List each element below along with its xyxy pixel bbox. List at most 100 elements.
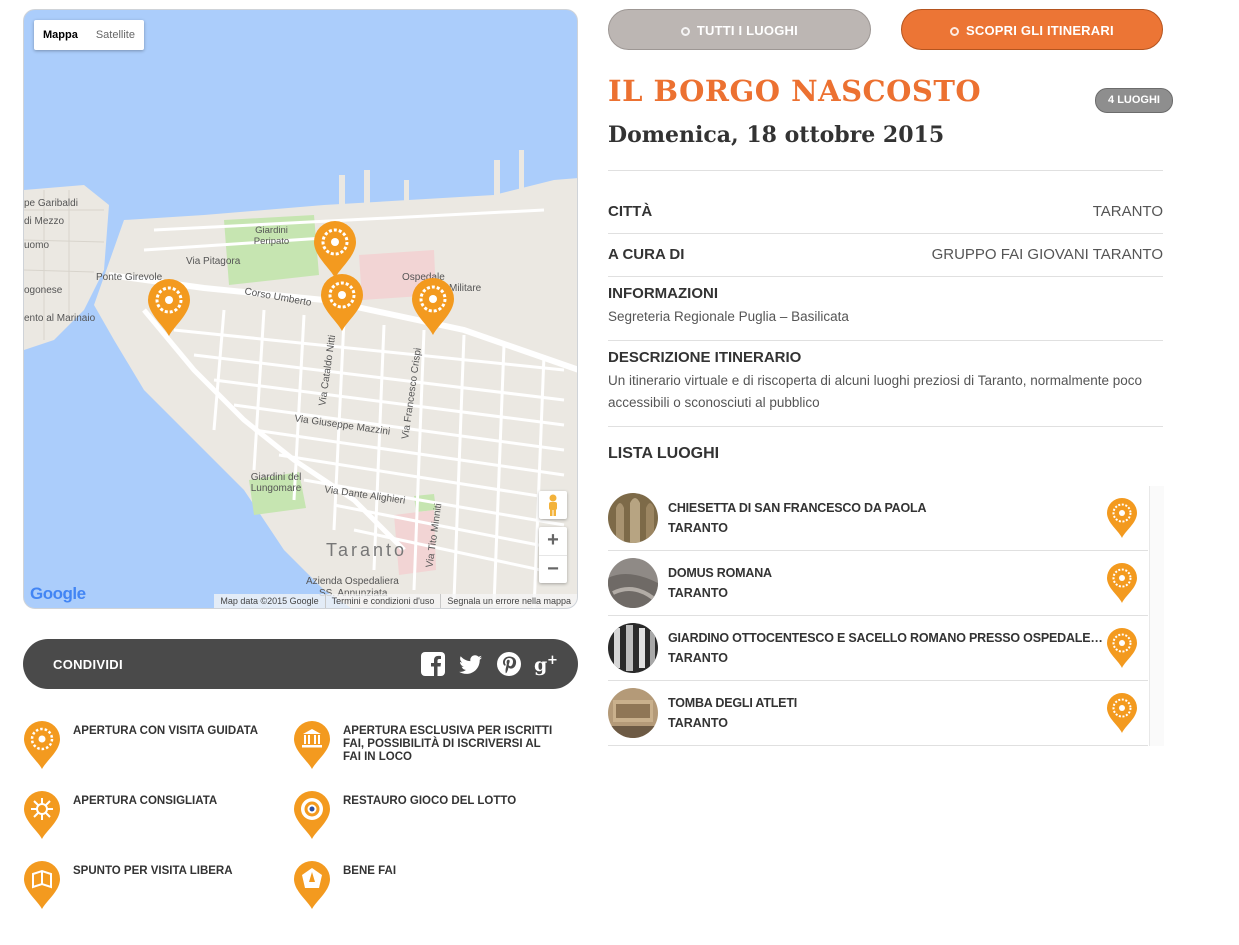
members-only-pin-icon [294, 721, 330, 769]
zoom-in-button[interactable]: + [539, 527, 567, 555]
place-thumbnail [608, 493, 658, 543]
map-type-map-button[interactable]: Mappa [34, 20, 87, 50]
circle-icon [950, 27, 960, 36]
map-label: ogonese [24, 285, 63, 296]
map-type-control: Mappa Satellite [34, 20, 144, 50]
place-city: TARANTO [668, 716, 728, 730]
map-report-error-link[interactable]: Segnala un errore nella mappa [440, 594, 577, 608]
city-row: CITTÀ TARANTO [608, 200, 1163, 222]
place-name: GIARDINO OTTOCENTESCO E SACELLO ROMANO P… [668, 631, 1103, 645]
svg-text:+: + [547, 653, 558, 668]
places-list: CHIESETTA DI SAN FRANCESCO DA PAOLA TARA… [608, 486, 1164, 746]
guided-visit-pin-icon [24, 721, 60, 769]
divider [608, 340, 1163, 341]
divider [608, 276, 1163, 277]
fai-property-pin-icon [294, 861, 330, 909]
place-thumbnail [608, 558, 658, 608]
all-places-label: TUTTI I LUOGHI [696, 23, 798, 38]
pegman-icon [549, 494, 557, 516]
discover-itineraries-label: SCOPRI GLI ITINERARI [966, 23, 1114, 38]
city-value: TARANTO [1092, 202, 1163, 220]
map-label: uomo [24, 240, 50, 251]
legend-item: APERTURA ESCLUSIVA PER ISCRITTI FAI, POS… [293, 720, 563, 770]
list-item[interactable]: DOMUS ROMANA TARANTO [608, 551, 1148, 616]
places-list-title: LISTA LUOGHI [608, 445, 720, 462]
google-logo[interactable]: Google [30, 584, 86, 604]
itinerary-date: Domenica, 18 ottobre 2015 [608, 122, 945, 148]
map-label: pe Garibaldi [24, 198, 78, 209]
map-pin-icon[interactable] [312, 220, 358, 280]
share-label: CONDIVIDI [53, 656, 123, 672]
map-label: Giardini Peripato [253, 225, 290, 247]
legend-item: RESTAURO GIOCO DEL LOTTO [293, 790, 563, 840]
info-block: INFORMAZIONI Segreteria Regionale Puglia… [608, 285, 1163, 328]
legend-label: SPUNTO PER VISITA LIBERA [73, 865, 233, 877]
street-view-pegman[interactable] [539, 491, 567, 519]
list-item[interactable]: CHIESETTA DI SAN FRANCESCO DA PAOLA TARA… [608, 486, 1148, 551]
list-item[interactable]: GIARDINO OTTOCENTESCO E SACELLO ROMANO P… [608, 616, 1148, 681]
description-label: DESCRIZIONE ITINERARIO [608, 349, 802, 366]
curator-label: A CURA DI [608, 245, 685, 263]
place-name: CHIESETTA DI SAN FRANCESCO DA PAOLA [668, 501, 927, 515]
zoom-control: + − [539, 527, 567, 583]
map-label: Giardini del Lungomare [250, 472, 302, 494]
guided-visit-pin-icon [1107, 563, 1137, 603]
map[interactable]: Via Pitagora Ponte Girevole Giardini Per… [23, 9, 578, 609]
facebook-icon[interactable] [420, 651, 446, 677]
place-name: TOMBA DEGLI ATLETI [668, 696, 798, 710]
map-type-satellite-button[interactable]: Satellite [87, 20, 144, 50]
zoom-out-button[interactable]: − [539, 555, 567, 583]
description-value: Un itinerario virtuale e di riscoperta d… [608, 373, 1143, 410]
guided-visit-pin-icon [1107, 693, 1137, 733]
legend-label: BENE FAI [343, 865, 397, 877]
guided-visit-pin-icon [1107, 628, 1137, 668]
svg-text:g: g [534, 654, 547, 676]
description-block: DESCRIZIONE ITINERARIO Un itinerario vir… [608, 349, 1163, 414]
pinterest-icon[interactable] [496, 651, 522, 677]
share-bar: CONDIVIDI g + [23, 639, 578, 689]
place-city: TARANTO [668, 586, 728, 600]
info-label: INFORMAZIONI [608, 285, 718, 302]
map-label: ento al Marinaio [24, 313, 96, 324]
place-thumbnail [608, 688, 658, 738]
place-name: DOMUS ROMANA [668, 566, 772, 580]
place-city: TARANTO [668, 521, 728, 535]
map-pin-icon[interactable] [146, 278, 192, 338]
guided-visit-pin-icon [1107, 498, 1137, 538]
legend-item: BENE FAI [293, 860, 563, 910]
map-pin-icon[interactable] [319, 273, 365, 333]
map-land [24, 150, 577, 608]
legend-item: APERTURA CON VISITA GUIDATA [23, 720, 293, 770]
curator-row: A CURA DI GRUPPO FAI GIOVANI TARANTO [608, 243, 1163, 265]
map-terms-link[interactable]: Termini e condizioni d'uso [324, 594, 441, 608]
legend-label: RESTAURO GIOCO DEL LOTTO [343, 795, 517, 807]
list-item[interactable]: TOMBA DEGLI ATLETI TARANTO [608, 681, 1148, 746]
itinerary-title: IL BORGO NASCOSTO [608, 74, 982, 108]
discover-itineraries-button[interactable]: SCOPRI GLI ITINERARI [901, 9, 1163, 50]
curator-value: GRUPPO FAI GIOVANI TARANTO [931, 245, 1163, 263]
map-data-text: Map data ©2015 Google [220, 596, 319, 606]
divider [608, 426, 1163, 427]
divider [608, 170, 1163, 171]
twitter-icon[interactable] [458, 651, 484, 677]
map-label: Via Pitagora [186, 256, 241, 267]
map-attribution: Map data ©2015 Google Termini e condizio… [214, 594, 577, 608]
lotto-restoration-pin-icon [294, 791, 330, 839]
all-places-button[interactable]: TUTTI I LUOGHI [608, 9, 871, 50]
divider [608, 233, 1163, 234]
legend-label: APERTURA CON VISITA GUIDATA [73, 725, 259, 737]
map-pin-icon[interactable] [410, 277, 456, 337]
circle-icon [681, 27, 691, 36]
legend-item: APERTURA CONSIGLIATA [23, 790, 293, 840]
map-label: Azienda Ospedaliera [306, 576, 399, 587]
place-city: TARANTO [668, 651, 728, 665]
google-plus-icon[interactable]: g + [534, 651, 560, 677]
place-thumbnail [608, 623, 658, 673]
legend-label: APERTURA CONSIGLIATA [73, 795, 218, 807]
info-value: Segreteria Regionale Puglia – Basilicata [608, 309, 849, 324]
city-label: CITTÀ [608, 202, 653, 220]
scrollbar[interactable] [1149, 486, 1164, 746]
map-city-label: Taranto [326, 540, 408, 560]
legend-item: SPUNTO PER VISITA LIBERA [23, 860, 293, 910]
map-label: di Mezzo [24, 216, 65, 227]
